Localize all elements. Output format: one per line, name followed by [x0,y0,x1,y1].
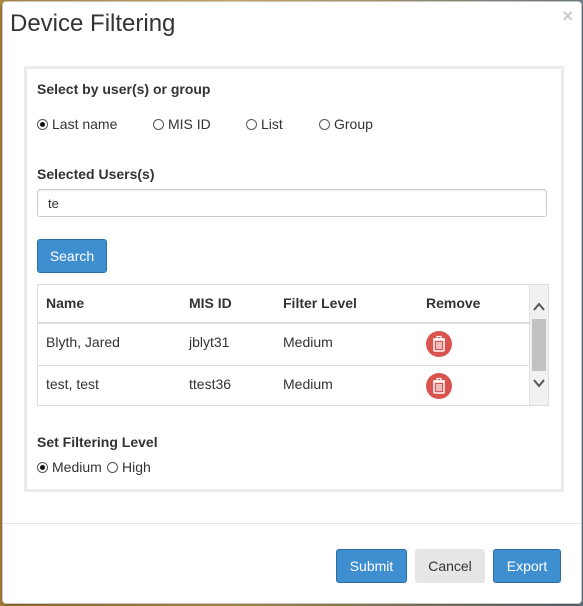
row-mis-id: ttest36 [189,376,232,392]
radio-group-label: Group [334,116,373,132]
filtering-level-label: Set Filtering Level [37,434,158,450]
scroll-up-icon[interactable] [533,301,545,313]
radio-group-control[interactable] [319,118,330,130]
radio-high-control[interactable] [107,461,118,473]
radio-mis-id[interactable]: MIS ID [153,116,211,132]
row-filter-level: Medium [283,334,333,350]
table-scrollbar[interactable] [529,285,548,405]
cancel-button[interactable]: Cancel [415,549,485,583]
remove-trash-icon[interactable] [426,373,452,399]
device-filtering-modal: × Device Filtering Select by user(s) or … [2,1,582,604]
radio-medium[interactable]: Medium [37,459,102,475]
radio-last-name-control[interactable] [37,118,48,130]
row-filter-level: Medium [283,376,333,392]
close-icon[interactable]: × [562,6,573,26]
export-button[interactable]: Export [493,549,561,583]
radio-mis-id-label: MIS ID [168,116,211,132]
selected-users-input[interactable]: te [37,189,547,217]
modal-title: Device Filtering [10,10,176,37]
radio-last-name[interactable]: Last name [37,116,117,132]
header-name: Name [46,295,85,311]
selected-users-label: Selected Users(s) [37,166,155,182]
radio-high[interactable]: High [107,459,151,475]
filter-panel: Select by user(s) or group Last name MIS… [24,66,564,492]
radio-mis-id-control[interactable] [153,118,164,130]
search-button[interactable]: Search [37,239,107,273]
select-by-label: Select by user(s) or group [37,81,211,97]
row-name: test, test [46,376,99,392]
table-row: Blyth, Jared jblyt31 Medium [38,323,531,366]
table-header: Name MIS ID Filter Level Remove [38,285,531,324]
table-row: test, test ttest36 Medium [38,366,531,405]
remove-trash-icon[interactable] [426,331,452,357]
submit-button[interactable]: Submit [336,549,407,583]
radio-last-name-label: Last name [52,116,118,132]
scroll-down-icon[interactable] [533,377,545,389]
footer-divider [3,523,581,524]
header-remove: Remove [426,295,481,311]
header-filter-level: Filter Level [283,295,357,311]
radio-list[interactable]: List [246,116,283,132]
radio-medium-control[interactable] [37,461,48,473]
users-table: Name MIS ID Filter Level Remove Blyth, J… [37,284,549,406]
radio-list-control[interactable] [246,118,257,130]
row-mis-id: jblyt31 [189,334,230,350]
row-name: Blyth, Jared [46,334,120,350]
radio-list-label: List [261,116,283,132]
radio-medium-label: Medium [52,459,102,475]
scrollbar-thumb[interactable] [532,319,546,371]
radio-group[interactable]: Group [319,116,373,132]
radio-high-label: High [122,459,151,475]
header-mis-id: MIS ID [189,295,232,311]
